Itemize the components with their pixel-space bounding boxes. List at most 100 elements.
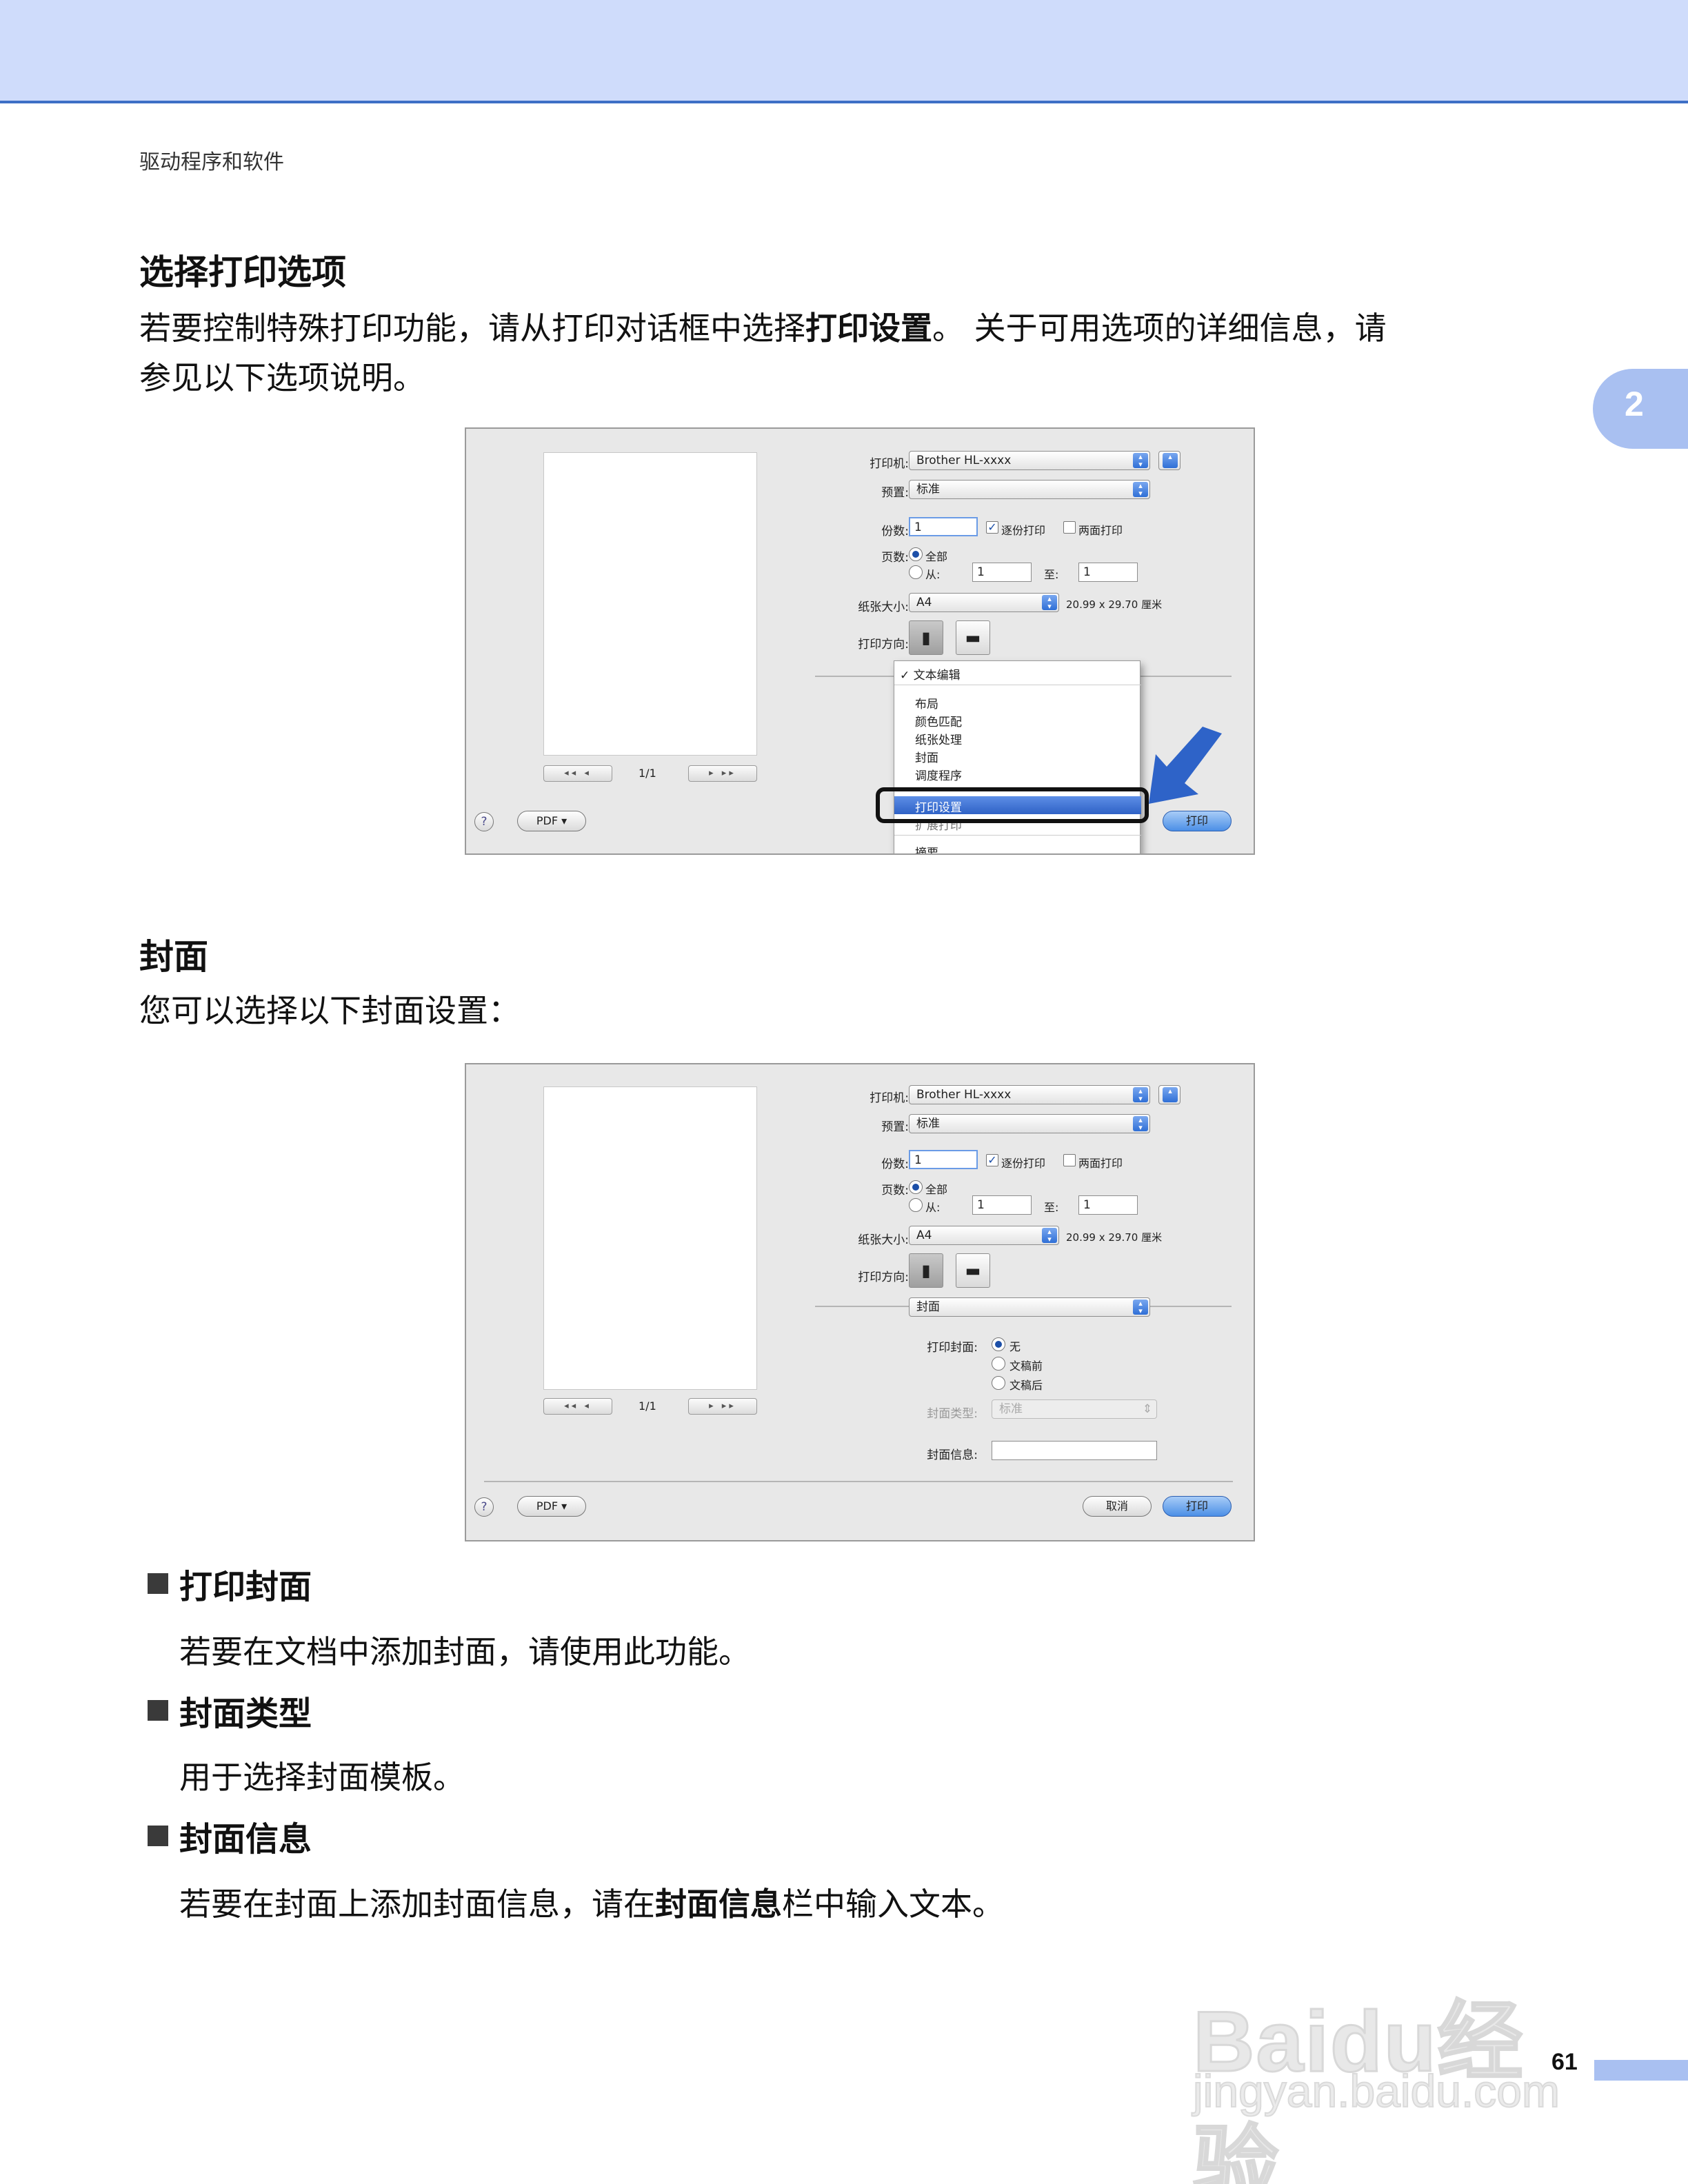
chevron-updown-icon: ▴ ▾ (1042, 595, 1057, 610)
preview-navigation: ◂◂ ◂ 1/1 ▸ ▸▸ (543, 1398, 757, 1416)
collate-checkbox[interactable]: ✓ (986, 1154, 998, 1166)
copies-label: 份数: (881, 1157, 909, 1171)
pages-from-input[interactable]: 1 (972, 1195, 1032, 1215)
menu-item-cover[interactable]: 封面 (915, 748, 938, 765)
pages-all-radio[interactable] (909, 1180, 923, 1194)
page-number-bar (1594, 2060, 1688, 2081)
pdf-button[interactable]: PDF ▾ (517, 811, 586, 831)
pages-from-input[interactable]: 1 (972, 563, 1032, 582)
collapse-button[interactable]: ▴ (1158, 451, 1180, 470)
cover-option-before-radio[interactable] (992, 1357, 1005, 1371)
pdf-button[interactable]: PDF ▾ (517, 1496, 586, 1517)
paper-size-value: A4 (916, 1228, 932, 1242)
pages-to-input[interactable]: 1 (1078, 1195, 1138, 1215)
paper-size-value: A4 (916, 596, 932, 609)
portrait-icon: ▮ (921, 1261, 931, 1280)
cover-info-input[interactable] (992, 1441, 1157, 1460)
page-indicator: 1/1 (639, 767, 656, 780)
pages-from-label: 从: (925, 1201, 941, 1214)
preset-select[interactable]: 标准 ▴ ▾ (909, 1114, 1150, 1133)
orientation-label: 打印方向: (858, 638, 909, 651)
next-page-button[interactable]: ▸ ▸▸ (688, 765, 757, 782)
pages-to-input[interactable]: 1 (1078, 563, 1138, 582)
chevron-up-icon: ▴ (1163, 453, 1178, 468)
menu-item-scheduler[interactable]: 调度程序 (915, 766, 962, 783)
pages-range-radio[interactable] (909, 1198, 923, 1212)
menu-item-summary[interactable]: 摘要 (915, 843, 938, 853)
bullet-cover-type: 封面类型 (148, 1686, 312, 1735)
landscape-orientation-button[interactable]: ▬ (956, 1253, 990, 1288)
chevron-updown-icon: ▴ ▾ (1133, 482, 1148, 497)
chevron-updown-icon: ▴ ▾ (1133, 1087, 1148, 1102)
intro-text-1: 若要控制特殊打印功能，请从打印对话框中选择 (139, 310, 805, 347)
portrait-icon: ▮ (921, 628, 931, 647)
printer-select[interactable]: Brother HL-xxxx ▴ ▾ (909, 451, 1150, 470)
paper-size-select[interactable]: A4 ▴ ▾ (909, 593, 1059, 612)
preview-navigation: ◂◂ ◂ 1/1 ▸ ▸▸ (543, 765, 757, 783)
pages-to-text: 至: (1044, 1201, 1059, 1214)
panel-value: 封面 (916, 1300, 940, 1314)
copies-input[interactable]: 1 (909, 517, 978, 536)
menu-item-color-matching[interactable]: 颜色匹配 (915, 712, 962, 729)
pages-all-label: 全部 (925, 1183, 948, 1196)
chevron-up-icon: ▴ (1163, 1087, 1178, 1102)
bullet-cover-info: 封面信息 (148, 1812, 312, 1860)
panel-popup-menu: ✓ 文本编辑 布局 颜色匹配 纸张处理 封面 调度程序 打印设置 扩展打印 摘要 (894, 660, 1141, 853)
bullet-description: 若要在文档中添加封面，请使用此功能。 (179, 1633, 750, 1670)
preset-select[interactable]: 标准 ▴ ▾ (909, 480, 1150, 499)
bullet-title: 封面信息 (179, 1820, 312, 1859)
cover-option-none-radio[interactable] (992, 1337, 1005, 1351)
intro-text-2: 。 关于可用选项的详细信息，请 (932, 310, 1387, 347)
bullet-square-icon (148, 1700, 168, 1721)
chevron-updown-icon: ▴ ▾ (1133, 1116, 1148, 1131)
panel-select[interactable]: 封面 ▴ ▾ (909, 1297, 1150, 1317)
duplex-checkbox[interactable] (1063, 521, 1076, 534)
printer-label: 打印机: (870, 1091, 909, 1105)
page-indicator: 1/1 (639, 1399, 656, 1413)
duplex-checkbox[interactable] (1063, 1154, 1076, 1166)
collapse-button[interactable]: ▴ (1158, 1085, 1180, 1104)
copies-input[interactable]: 1 (909, 1150, 978, 1169)
collate-label: 逐份打印 (1001, 1157, 1046, 1170)
bullet-description: 用于选择封面模板。 (179, 1759, 465, 1796)
landscape-icon: ▬ (965, 1261, 981, 1280)
pointer-arrow-icon (1149, 727, 1222, 804)
watermark: Baidu经验 jingyan.baidu.com (1192, 1930, 1593, 2184)
preset-value: 标准 (916, 1117, 940, 1131)
print-button[interactable]: 打印 (1163, 1496, 1232, 1517)
prev-page-button[interactable]: ◂◂ ◂ (543, 1398, 612, 1415)
portrait-orientation-button[interactable]: ▮ (909, 620, 943, 655)
landscape-orientation-button[interactable]: ▬ (956, 620, 990, 655)
section-title-print-options: 选择打印选项 (139, 252, 346, 292)
print-cover-label: 打印封面: (927, 1341, 978, 1355)
menu-separator (894, 835, 1141, 836)
prev-page-button[interactable]: ◂◂ ◂ (543, 765, 612, 782)
bullet-title: 打印封面 (179, 1568, 312, 1606)
paper-size-select[interactable]: A4 ▴ ▾ (909, 1226, 1059, 1245)
printer-value: Brother HL-xxxx (916, 454, 1012, 467)
cover-option-after-radio[interactable] (992, 1376, 1005, 1390)
print-button[interactable]: 打印 (1163, 811, 1232, 831)
collate-label: 逐份打印 (1001, 524, 1046, 537)
next-page-button[interactable]: ▸ ▸▸ (688, 1398, 757, 1415)
pages-all-radio[interactable] (909, 547, 923, 561)
pages-from-label: 从: (925, 568, 941, 581)
menu-item-layout[interactable]: 布局 (915, 694, 938, 711)
cancel-button[interactable]: 取消 (1083, 1496, 1152, 1517)
cover-type-select[interactable]: 标准 ⇕ (992, 1399, 1157, 1419)
section-title-cover: 封面 (139, 937, 208, 977)
menu-item-paper-handling[interactable]: 纸张处理 (915, 730, 962, 747)
help-button[interactable]: ? (474, 1497, 494, 1517)
footer-divider (484, 1481, 1233, 1482)
help-button[interactable]: ? (474, 812, 494, 831)
cover-info-label: 封面信息: (927, 1448, 978, 1462)
intro-bold-term: 打印设置 (805, 310, 932, 347)
portrait-orientation-button[interactable]: ▮ (909, 1253, 943, 1288)
menu-item-checked[interactable]: ✓ 文本编辑 (900, 665, 961, 682)
pages-range-radio[interactable] (909, 565, 923, 579)
collate-checkbox[interactable]: ✓ (986, 521, 998, 534)
highlight-callout-box (876, 787, 1149, 823)
duplex-label: 两面打印 (1078, 524, 1123, 537)
printer-label: 打印机: (870, 457, 909, 471)
printer-select[interactable]: Brother HL-xxxx ▴ ▾ (909, 1085, 1150, 1104)
